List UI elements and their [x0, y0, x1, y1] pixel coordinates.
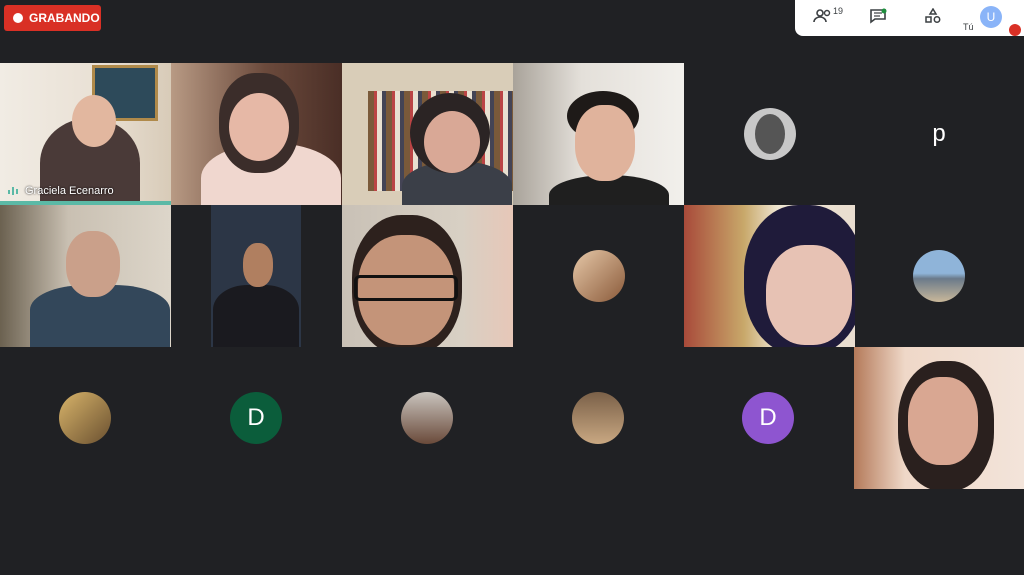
avatar — [573, 250, 625, 302]
participant-tile[interactable] — [171, 63, 342, 205]
person-image — [243, 243, 273, 287]
person-image — [424, 111, 480, 173]
avatar: D — [230, 392, 282, 444]
participant-tile[interactable]: D — [171, 347, 342, 489]
participant-tile[interactable] — [684, 205, 855, 347]
recording-dot-icon — [13, 13, 23, 23]
participant-tile[interactable] — [855, 205, 1024, 347]
person-image — [908, 377, 978, 465]
avatar — [59, 392, 111, 444]
mic-muted-icon — [1009, 24, 1021, 36]
recording-label: GRABANDO — [29, 11, 100, 25]
participant-tile[interactable] — [854, 347, 1024, 489]
audio-level-icon — [8, 187, 18, 195]
recording-badge[interactable]: GRABANDO — [4, 5, 101, 31]
top-right-toolbar: 19 Tú U — [795, 0, 1024, 36]
avatar — [572, 392, 624, 444]
avatar: p — [913, 108, 965, 160]
participants-count: 19 — [833, 6, 844, 16]
participant-tile[interactable] — [0, 347, 171, 489]
chat-icon — [870, 8, 887, 24]
chat-button[interactable] — [869, 8, 887, 27]
participant-tile[interactable] — [513, 347, 684, 489]
participant-tile[interactable] — [342, 205, 513, 347]
participant-tile[interactable] — [513, 63, 684, 205]
people-button[interactable]: 19 — [813, 6, 843, 27]
user-avatar-initial: U — [986, 10, 996, 24]
participant-name: Graciela Ecenarro — [8, 185, 114, 197]
you-label: Tú — [963, 22, 974, 32]
activities-icon — [925, 7, 941, 23]
avatar: D — [742, 392, 794, 444]
user-avatar[interactable]: U — [980, 6, 1002, 28]
avatar-initial: p — [932, 120, 946, 147]
person-image — [66, 231, 120, 297]
participant-tile[interactable] — [342, 63, 513, 205]
avatar — [913, 250, 965, 302]
person-image — [766, 245, 852, 345]
person-image — [575, 105, 635, 181]
avatar — [401, 392, 453, 444]
participant-tile[interactable] — [171, 205, 342, 347]
avatar-initial: D — [247, 404, 265, 431]
avatar — [744, 108, 796, 160]
participant-tile[interactable] — [342, 347, 513, 489]
participant-tile[interactable] — [0, 205, 171, 347]
participant-tile[interactable] — [513, 205, 684, 347]
participant-tile[interactable]: Graciela Ecenarro — [0, 63, 171, 205]
participant-tile[interactable]: D — [684, 347, 855, 489]
people-icon — [813, 9, 831, 23]
participant-tile[interactable] — [684, 63, 855, 205]
video-grid: Graciela Ecenarro p D D — [0, 63, 1024, 489]
glasses-image — [354, 275, 458, 301]
person-image — [229, 93, 289, 161]
activities-button[interactable] — [924, 7, 942, 27]
participant-name-label: Graciela Ecenarro — [25, 185, 114, 197]
avatar-initial: D — [759, 404, 777, 431]
participant-tile[interactable]: p — [855, 63, 1024, 205]
